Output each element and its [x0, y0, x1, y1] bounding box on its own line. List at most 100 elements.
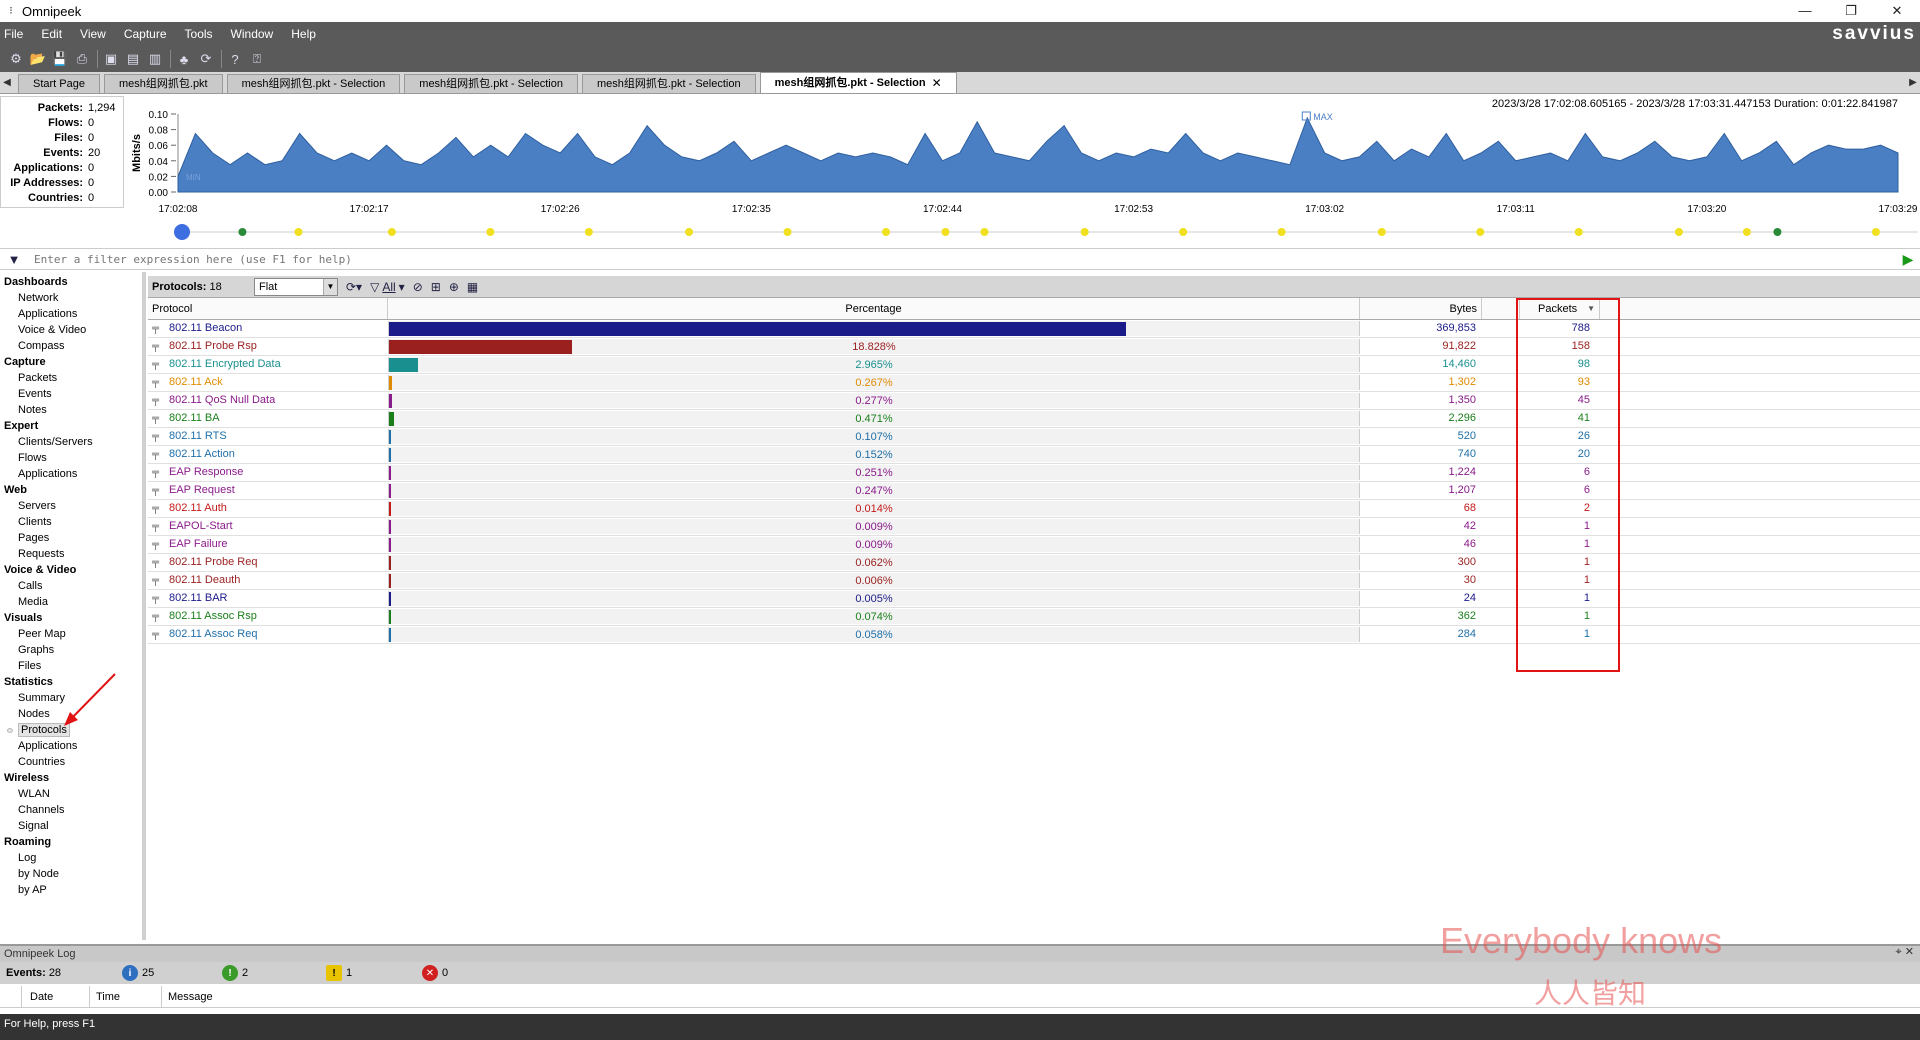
sidebar-item-network[interactable]: Network	[0, 290, 142, 306]
sidebar-item-calls[interactable]: Calls	[0, 578, 142, 594]
sidebar-item-by-node[interactable]: by Node	[0, 866, 142, 882]
table-row[interactable]: ╤ 802.11 Beacon 75.836% 369,853 788	[148, 320, 1920, 338]
tab-4[interactable]: mesh组网抓包.pkt - Selection	[581, 74, 756, 93]
help-icon[interactable]: ?	[225, 49, 245, 69]
sidebar-item-requests[interactable]: Requests	[0, 546, 142, 562]
tab-1[interactable]: mesh组网抓包.pkt	[103, 74, 223, 93]
table-row[interactable]: ╤ 802.11 Auth 0.014% 68 2	[148, 500, 1920, 518]
event-dot	[1574, 228, 1583, 236]
sidebar-item-by-ap[interactable]: by AP	[0, 882, 142, 898]
sidebar-item-events[interactable]: Events	[0, 386, 142, 402]
tab-scroll-right-icon[interactable]: ▶	[1906, 73, 1920, 93]
sidebar-item-compass[interactable]: Compass	[0, 338, 142, 354]
table-row[interactable]: ╤ 802.11 Deauth 0.006% 30 1	[148, 572, 1920, 590]
table-row[interactable]: ╤ 802.11 Encrypted Data 2.965% 14,460 98	[148, 356, 1920, 374]
close-button[interactable]: ✕	[1874, 0, 1920, 22]
table-row[interactable]: ╤ 802.11 Assoc Req 0.058% 284 1	[148, 626, 1920, 644]
filter-funnel-icon[interactable]: ▼	[0, 252, 28, 267]
table-row[interactable]: ╤ 802.11 Action 0.152% 740 20	[148, 446, 1920, 464]
expand-icon[interactable]: ⊞	[431, 280, 441, 294]
sidebar-item-wlan[interactable]: WLAN	[0, 786, 142, 802]
edit-icon[interactable]: ▥	[145, 49, 165, 69]
log-col-time[interactable]: Time	[90, 986, 162, 1007]
log-warning-count[interactable]: ! 1	[326, 965, 422, 981]
table-row[interactable]: ╤ 802.11 BA 0.471% 2,296 41	[148, 410, 1920, 428]
tab-2[interactable]: mesh组网抓包.pkt - Selection	[226, 74, 401, 93]
maximize-button[interactable]: ❐	[1828, 0, 1874, 22]
table-row[interactable]: ╤ EAP Failure 0.009% 46 1	[148, 536, 1920, 554]
apply-filter-icon[interactable]: ▶	[1900, 251, 1916, 267]
open-file-icon[interactable]: 📂	[28, 49, 48, 69]
menu-view[interactable]: View	[71, 27, 115, 41]
context-help-icon[interactable]: ⍰	[247, 49, 267, 69]
sidebar-item-servers[interactable]: Servers	[0, 498, 142, 514]
filter-icon[interactable]: ▤	[123, 49, 143, 69]
chart-icon[interactable]: ▦	[467, 280, 478, 294]
sidebar-item-channels[interactable]: Channels	[0, 802, 142, 818]
table-row[interactable]: ╤ 802.11 Assoc Rsp 0.074% 362 1	[148, 608, 1920, 626]
table-row[interactable]: ╤ 802.11 Ack 0.267% 1,302 93	[148, 374, 1920, 392]
refresh-stats-icon[interactable]: ⟳▾	[346, 280, 362, 294]
column-percentage[interactable]: Percentage	[388, 298, 1360, 319]
sidebar-item-packets[interactable]: Packets	[0, 370, 142, 386]
menu-window[interactable]: Window	[222, 27, 283, 41]
menu-help[interactable]: Help	[282, 27, 325, 41]
save-icon[interactable]: 💾	[50, 49, 70, 69]
column-protocol[interactable]: Protocol	[148, 298, 388, 319]
sidebar-item-applications[interactable]: Applications	[0, 306, 142, 322]
table-row[interactable]: ╤ EAPOL-Start 0.009% 42 1	[148, 518, 1920, 536]
sidebar-item-clients[interactable]: Clients	[0, 514, 142, 530]
sidebar-item-peer-map[interactable]: Peer Map	[0, 626, 142, 642]
tab-scroll-left-icon[interactable]: ◀	[0, 73, 14, 93]
tab-5[interactable]: mesh组网抓包.pkt - Selection ✕	[759, 72, 957, 93]
sidebar-item-voice-video[interactable]: Voice & Video	[0, 322, 142, 338]
menu-capture[interactable]: Capture	[115, 27, 176, 41]
sidebar-item-applications[interactable]: Applications	[0, 738, 142, 754]
menu-tools[interactable]: Tools	[176, 27, 222, 41]
table-row[interactable]: ╤ EAP Request 0.247% 1,207 6	[148, 482, 1920, 500]
clear-filter-icon[interactable]: ⊘	[413, 280, 423, 294]
view-mode-select[interactable]: Flat ▼	[254, 277, 338, 296]
sidebar-item-log[interactable]: Log	[0, 850, 142, 866]
filter-all-button[interactable]: ▽ All ▾	[370, 280, 405, 294]
sidebar-item-clients-servers[interactable]: Clients/Servers	[0, 434, 142, 450]
log-col-date[interactable]: Date	[22, 986, 90, 1007]
stat-row: Packets: 1,294	[1, 101, 123, 116]
log-ok-count[interactable]: ! 2	[222, 965, 326, 981]
tab-0[interactable]: Start Page	[18, 74, 100, 93]
table-row[interactable]: ╤ 802.11 BAR 0.005% 24 1	[148, 590, 1920, 608]
sidebar-item-media[interactable]: Media	[0, 594, 142, 610]
table-row[interactable]: ╤ 802.11 RTS 0.107% 520 26	[148, 428, 1920, 446]
refresh-icon[interactable]: ⟳	[196, 49, 216, 69]
timeline-position-handle[interactable]	[174, 224, 190, 240]
sidebar-item-signal[interactable]: Signal	[0, 818, 142, 834]
sidebar-item-countries[interactable]: Countries	[0, 754, 142, 770]
collapse-icon[interactable]: ⊕	[449, 280, 459, 294]
menu-edit[interactable]: Edit	[32, 27, 71, 41]
sidebar-item-flows[interactable]: Flows	[0, 450, 142, 466]
start-capture-icon[interactable]: ⚙	[6, 49, 26, 69]
protocol-tree-icon: ╤	[152, 503, 160, 514]
table-row[interactable]: ╤ EAP Response 0.251% 1,224 6	[148, 464, 1920, 482]
tab-3[interactable]: mesh组网抓包.pkt - Selection	[404, 74, 578, 93]
event-dot	[1674, 228, 1683, 236]
log-info-count[interactable]: i 25	[122, 965, 222, 981]
table-row[interactable]: ╤ 802.11 QoS Null Data 0.277% 1,350 45	[148, 392, 1920, 410]
sidebar-item-applications[interactable]: Applications	[0, 466, 142, 482]
sidebar-item-pages[interactable]: Pages	[0, 530, 142, 546]
table-row[interactable]: ╤ 802.11 Probe Req 0.062% 300 1	[148, 554, 1920, 572]
options-icon[interactable]: ▣	[101, 49, 121, 69]
column-bytes[interactable]: Bytes	[1360, 298, 1482, 319]
minimize-button[interactable]: —	[1782, 0, 1828, 22]
log-error-count[interactable]: ✕ 0	[422, 965, 522, 981]
filter-input[interactable]	[28, 250, 1900, 268]
sidebar-item-notes[interactable]: Notes	[0, 402, 142, 418]
log-col-message[interactable]: Message	[162, 986, 1920, 1007]
sidebar-item-graphs[interactable]: Graphs	[0, 642, 142, 658]
tree-icon[interactable]: ♣	[174, 49, 194, 69]
print-icon[interactable]: ⎙	[72, 49, 92, 69]
table-row[interactable]: ╤ 802.11 Probe Rsp 18.828% 91,822 158	[148, 338, 1920, 356]
log-panel-controls[interactable]: ⌖ ✕	[1896, 944, 1914, 960]
menu-file[interactable]: File	[0, 27, 32, 41]
close-tab-icon[interactable]: ✕	[932, 74, 942, 92]
